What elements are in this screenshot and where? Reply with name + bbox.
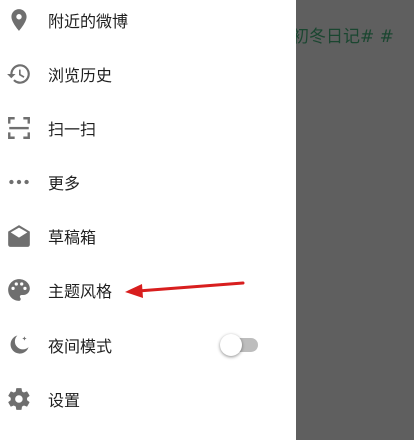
settings-gear-icon [6,386,32,412]
scan-icon [6,115,32,141]
menu-item-label: 扫一扫 [48,120,97,139]
menu-item-history[interactable]: 浏览历史 [0,47,296,101]
menu-item-drafts[interactable]: 草稿箱 [0,209,296,263]
menu-item-night-mode[interactable]: 夜间模式 [0,318,296,372]
palette-icon [6,277,32,303]
menu-item-label: 夜间模式 [48,337,113,356]
menu-item-label: 主题风格 [48,282,113,301]
menu-item-scan[interactable]: 扫一扫 [0,101,296,155]
night-mode-icon [6,332,32,358]
drafts-icon [6,223,32,249]
menu-item-label: 附近的微博 [48,12,129,31]
location-pin-icon [6,7,32,33]
menu-item-more[interactable]: 更多 [0,155,296,209]
menu-item-nearby-weibo[interactable]: 附近的微博 [0,0,296,47]
history-icon [6,61,32,87]
navigation-drawer: 附近的微博 浏览历史 扫一扫 更多 草稿箱 主题风格 夜间模式 设置 [0,0,296,440]
menu-item-label: 浏览历史 [48,66,113,85]
more-dots-icon [6,169,32,195]
feed-topic-text: 初冬日记# # [292,27,394,47]
menu-item-label: 更多 [48,174,81,193]
menu-item-theme-style[interactable]: 主题风格 [0,263,296,317]
night-mode-toggle[interactable] [220,334,260,356]
menu-item-label: 草稿箱 [48,228,97,247]
menu-item-label: 设置 [48,391,81,410]
menu-item-settings[interactable]: 设置 [0,372,296,426]
toggle-thumb [220,334,242,356]
